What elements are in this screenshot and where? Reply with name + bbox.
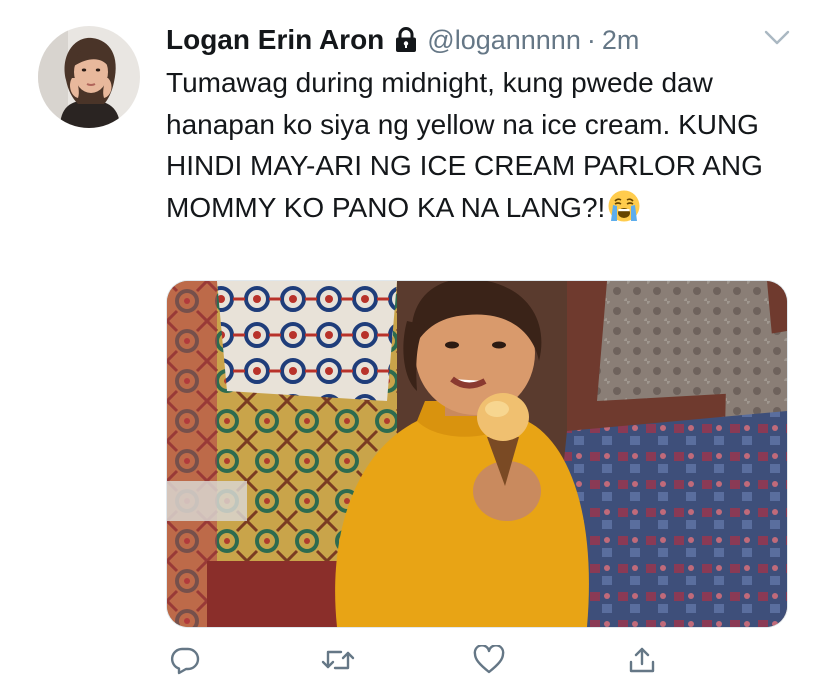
chevron-down-icon[interactable] bbox=[764, 30, 790, 51]
author-handle[interactable]: @logannnnn bbox=[427, 25, 581, 56]
author-name[interactable]: Logan Erin Aron bbox=[166, 24, 384, 56]
media-image bbox=[167, 281, 787, 627]
avatar-photo bbox=[38, 26, 140, 128]
tweet-media-photo[interactable] bbox=[166, 280, 788, 628]
reply-icon bbox=[170, 645, 200, 680]
crying-emoji-icon bbox=[607, 189, 641, 235]
timestamp[interactable]: 2m bbox=[602, 25, 640, 56]
lock-icon bbox=[394, 27, 418, 53]
avatar[interactable] bbox=[38, 26, 140, 128]
tweet-text: Tumawag during midnight, kung pwede daw … bbox=[166, 62, 786, 234]
retweet-icon bbox=[321, 645, 355, 680]
reply-button[interactable] bbox=[163, 640, 207, 684]
separator-dot: · bbox=[586, 24, 596, 55]
like-button[interactable] bbox=[467, 640, 511, 684]
tweet-header: Logan Erin Aron @logannnnn · 2m bbox=[166, 20, 766, 60]
tweet-action-bar bbox=[0, 640, 828, 684]
heart-icon bbox=[473, 643, 505, 680]
share-icon bbox=[627, 645, 657, 680]
tweet-body: Tumawag during midnight, kung pwede daw … bbox=[166, 67, 763, 223]
share-button[interactable] bbox=[620, 640, 664, 684]
retweet-button[interactable] bbox=[316, 640, 360, 684]
